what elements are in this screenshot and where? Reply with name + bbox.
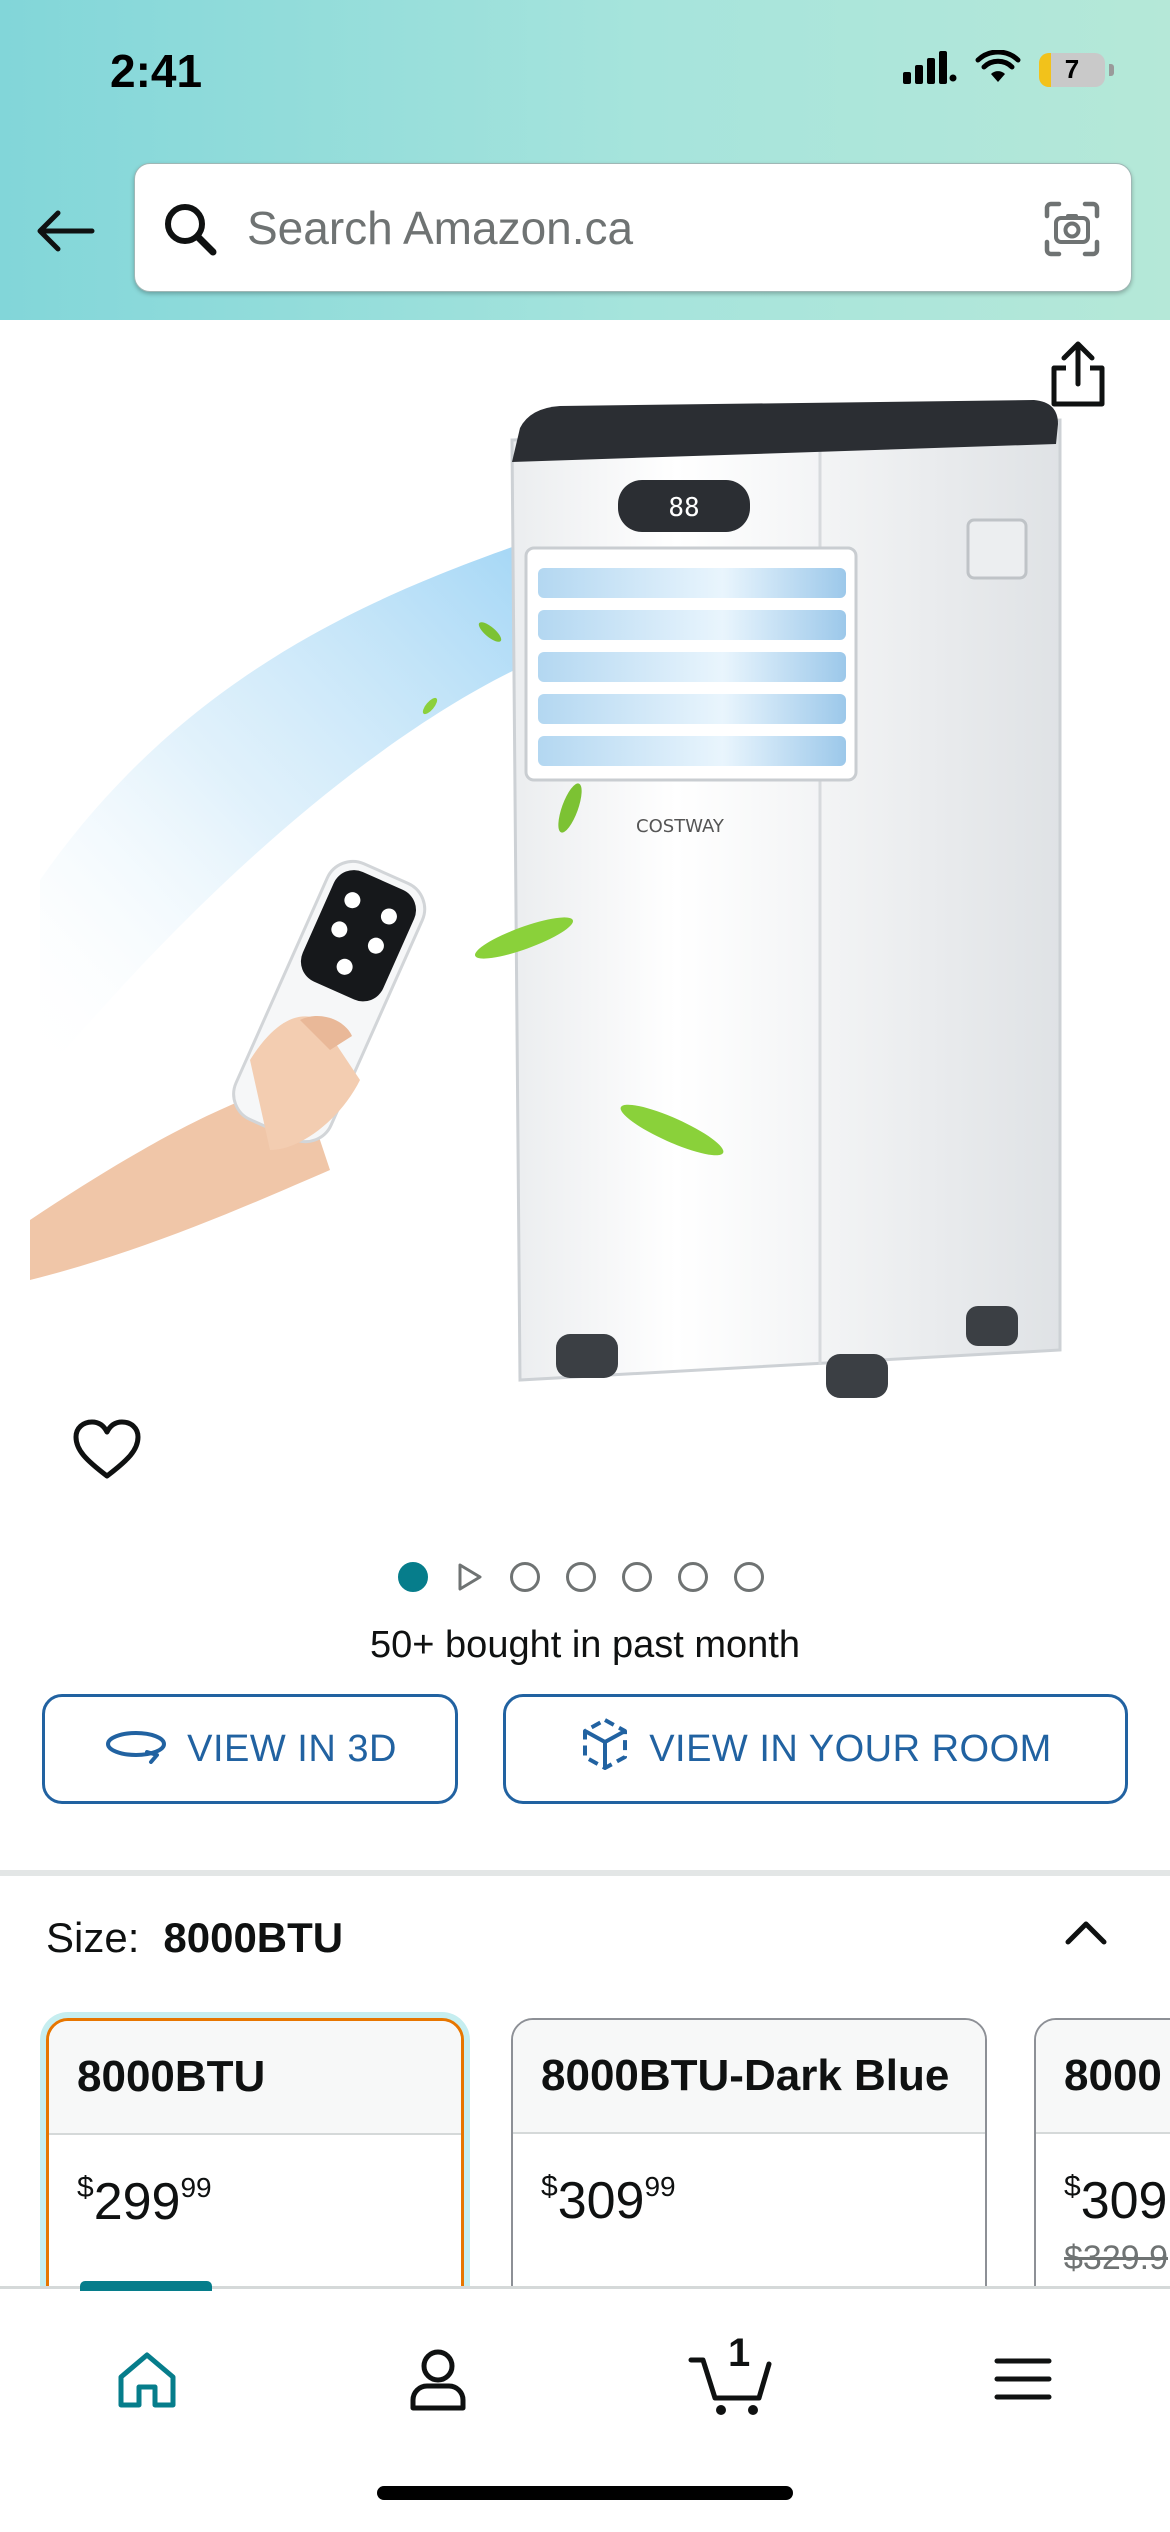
svg-text:88: 88 [668,493,699,523]
hamburger-menu-icon [994,2358,1052,2400]
svg-text:COSTWAY: COSTWAY [636,816,725,837]
video-play-icon[interactable] [454,1562,484,1592]
size-selected-value: 8000BTU [163,1914,344,1961]
nav-home[interactable] [92,2329,202,2429]
nav-account[interactable] [383,2329,493,2429]
carousel-dot[interactable] [510,1562,540,1592]
status-time: 2:41 [110,45,203,97]
view-in-3d-label: VIEW IN 3D [187,1727,397,1770]
view-in-your-room-label: VIEW IN YOUR ROOM [649,1727,1052,1770]
carousel-dot[interactable] [678,1562,708,1592]
carousel-dot[interactable] [622,1562,652,1592]
size-label: Size: [46,1914,140,1961]
size-option-name: 8000BTU-Dark Blue [513,2020,985,2134]
size-option-card[interactable]: 8000 $309 $329.9 [1034,2018,1170,2288]
size-options-carousel: 8000BTU $29999 8000BTU-Dark Blue $30999 … [0,2012,1170,2288]
carousel-dot[interactable] [734,1562,764,1592]
size-option-name: 8000BTU [49,2021,461,2135]
size-option-name: 8000 [1036,2020,1170,2134]
bought-count-text: 50+ bought in past month [370,1624,800,1666]
rotate-3d-icon [103,1724,169,1774]
cellular-signal-icon [903,50,957,89]
nav-menu[interactable] [968,2329,1078,2429]
battery-indicator: 7 [1039,52,1105,87]
camera-search-icon[interactable] [1043,200,1101,263]
back-button[interactable] [30,196,100,266]
share-icon[interactable] [1046,340,1110,415]
battery-tip [1109,63,1114,76]
nav-cart[interactable]: 1 [677,2329,787,2429]
image-carousel-dots [398,1562,764,1592]
size-option-old-price: $329.9 [1064,2239,1168,2277]
active-tab-indicator [80,2281,212,2291]
view-in-your-room-button[interactable]: VIEW IN YOUR ROOM [503,1694,1128,1804]
size-option-card[interactable]: 8000BTU $29999 [46,2018,464,2288]
product-illustration: 88 COSTWAY COSTWAY [30,400,1062,1398]
chevron-up-icon[interactable] [1062,1912,1110,1957]
account-icon [410,2349,466,2411]
home-icon [118,2352,176,2408]
status-icons: 7 [903,49,1114,89]
size-selector-header: Size: 8000BTU [46,1914,343,1962]
cart-count-badge: 1 [728,2331,751,2375]
battery-fill [1039,52,1051,87]
wishlist-heart-icon[interactable] [72,1418,142,1487]
search-bar[interactable] [134,163,1132,292]
search-input[interactable] [247,192,927,264]
size-option-price: $309 [1064,2170,1168,2230]
carousel-dot[interactable] [566,1562,596,1592]
battery-level: 7 [1064,54,1080,84]
section-divider [0,1870,1170,1876]
home-indicator [377,2486,793,2500]
carousel-dot-active[interactable] [398,1562,428,1592]
size-option-card[interactable]: 8000BTU-Dark Blue $30999 [511,2018,987,2288]
size-option-price: $30999 [541,2170,676,2230]
app-header: 2:41 7 [0,0,1170,320]
size-option-price: $29999 [77,2171,212,2231]
ar-cube-icon [579,1716,631,1782]
wifi-icon [975,49,1021,89]
arrow-left-icon [37,210,95,252]
search-icon [161,200,219,263]
view-in-3d-button[interactable]: VIEW IN 3D [42,1694,458,1804]
product-image[interactable]: 88 COSTWAY COSTWAY [0,320,1170,1520]
